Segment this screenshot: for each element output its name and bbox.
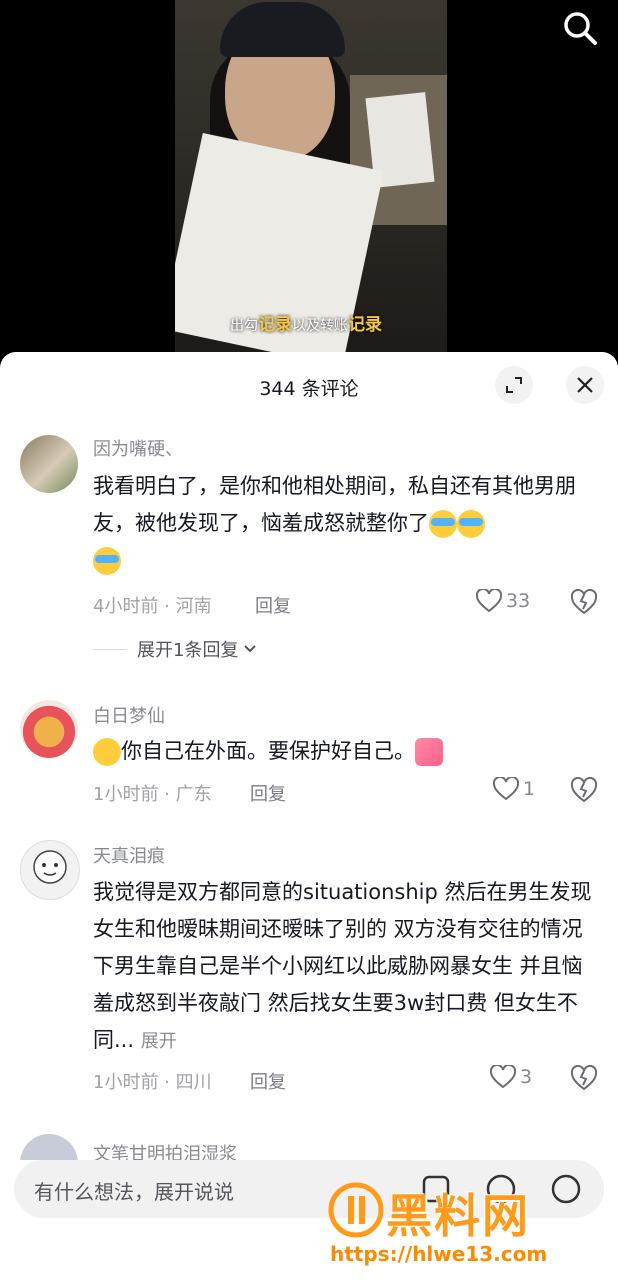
comment-item: 天真泪痕 我觉得是双方都同意的situationship 然后在男生发现女生和他… (0, 838, 618, 1108)
comment-text: 我觉得是双方都同意的situationship 然后在男生发现女生和他暧昧期间还… (93, 874, 603, 1060)
like-button[interactable]: 33 (476, 589, 530, 613)
subtitle-text-1: 出勾 (230, 318, 258, 334)
video-frame: 出勾记录以及转账记录 (175, 0, 447, 360)
comment-item: 因为嘴硬、 我看明白了，是你和他相处期间，私自还有其他男朋友，被他发现了，恼羞成… (0, 432, 618, 672)
close-sheet-button[interactable] (566, 366, 604, 404)
reply-button[interactable]: 回复 (250, 1068, 286, 1094)
watermark-logo-icon (328, 1182, 384, 1238)
hug-emoji-icon (415, 738, 443, 766)
laugh-cry-emoji-icon (457, 510, 485, 538)
avatar[interactable] (20, 700, 78, 758)
comment-body: 我觉得是双方都同意的situationship 然后在男生发现女生和他暧昧期间还… (93, 880, 592, 1052)
comment-meta: 1小时前 · 四川 (93, 1072, 212, 1093)
search-button[interactable] (558, 6, 602, 50)
laugh-cry-emoji-icon (93, 547, 121, 575)
expand-replies-label: 展开1条回复 (137, 640, 239, 661)
watermark-title: 黑料网 (386, 1189, 530, 1243)
video-person-cap (220, 2, 345, 57)
expand-replies-button[interactable]: 展开1条回复 (93, 636, 258, 662)
comment-body: 我看明白了，是你和他相处期间，私自还有其他男朋友，被他发现了，恼羞成怒就整你了 (93, 474, 576, 535)
cartoon-face-icon (33, 850, 67, 884)
chevron-down-icon (244, 645, 257, 653)
comment-text: 你自己在外面。要保护好自己。 (93, 733, 603, 770)
comment-author[interactable]: 白日梦仙 (93, 702, 165, 728)
subtitle-text-2: 以及转账 (292, 318, 348, 334)
like-count: 33 (506, 590, 531, 612)
subtitle-highlight-1: 记录 (258, 315, 292, 335)
close-icon (577, 377, 593, 393)
comments-header: 344 条评论 (0, 352, 618, 418)
like-button[interactable]: 3 (490, 1065, 532, 1089)
broken-heart-icon (570, 776, 598, 803)
heart-icon (476, 589, 502, 613)
search-icon (564, 12, 597, 45)
expand-comment-link[interactable]: 展开 (141, 1031, 177, 1052)
blush-emoji-icon (93, 738, 121, 766)
dislike-button[interactable] (570, 1064, 598, 1095)
comments-sheet: 344 条评论 因为嘴硬、 我看明白了，是你和他相处期间，私自还有其他男朋友，被… (0, 352, 618, 1280)
like-count: 1 (523, 778, 536, 800)
laugh-cry-emoji-icon (429, 510, 457, 538)
broken-heart-icon (570, 1064, 598, 1091)
fullscreen-icon (506, 377, 522, 393)
comment-meta: 1小时前 · 广东 (93, 784, 212, 805)
avatar[interactable] (20, 840, 80, 900)
comment-input-placeholder[interactable]: 有什么想法，展开说说 (34, 1176, 234, 1205)
comment-author[interactable]: 因为嘴硬、 (93, 435, 183, 461)
watermark-url: https://hlwe13.com (330, 1242, 548, 1266)
heart-icon (493, 777, 519, 801)
subtitle-highlight-2: 记录 (348, 315, 382, 335)
divider (93, 648, 127, 650)
broken-heart-icon (570, 588, 598, 615)
avatar[interactable] (20, 1134, 78, 1160)
heart-icon (490, 1065, 516, 1089)
like-button[interactable]: 1 (493, 777, 535, 801)
video-player[interactable]: 出勾记录以及转账记录 (0, 0, 618, 360)
avatar[interactable] (20, 435, 78, 493)
comment-body: 你自己在外面。要保护好自己。 (121, 739, 415, 763)
comment-text: 我看明白了，是你和他相处期间，私自还有其他男朋友，被他发现了，恼羞成怒就整你了 (93, 468, 603, 579)
like-count: 3 (520, 1066, 533, 1088)
comment-item: 白日梦仙 你自己在外面。要保护好自己。 1小时前 · 广东 回复 1 (0, 698, 618, 818)
reply-button[interactable]: 回复 (250, 780, 286, 806)
comment-meta: 4小时前 · 河南 (93, 596, 212, 617)
dislike-button[interactable] (570, 776, 598, 807)
comment-author[interactable]: 天真泪痕 (93, 842, 165, 868)
watermark: 黑料网 https://hlwe13.com (328, 1180, 613, 1275)
reply-button[interactable]: 回复 (255, 592, 291, 618)
comment-author[interactable]: 文笔甘明拍泪湿浆 (93, 1140, 237, 1160)
comment-item-partial: 文笔甘明拍泪湿浆 (0, 1134, 618, 1160)
expand-sheet-button[interactable] (495, 366, 533, 404)
dislike-button[interactable] (570, 588, 598, 619)
video-subtitle: 出勾记录以及转账记录 (230, 310, 382, 335)
